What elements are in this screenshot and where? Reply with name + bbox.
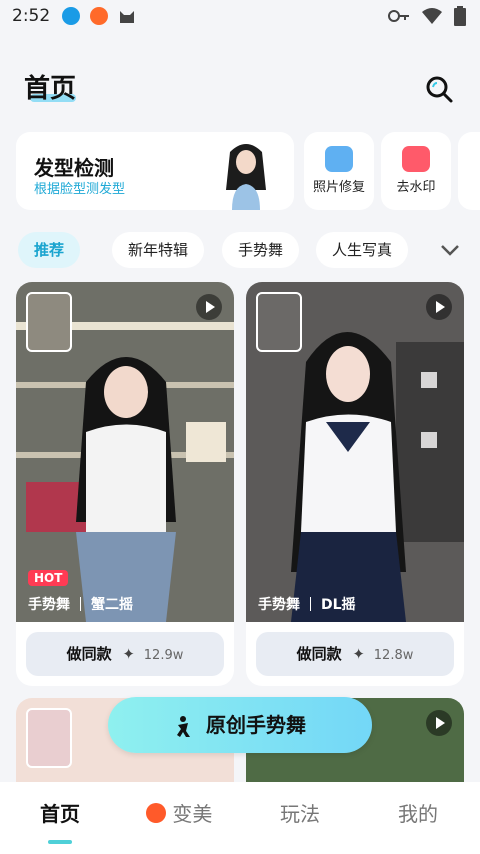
- battery-icon: [454, 6, 466, 26]
- hairstyle-detect-subtitle: 根据脸型测发型: [34, 182, 126, 197]
- status-time: 2:52: [12, 6, 51, 26]
- photo-repair-tool[interactable]: 照片修复: [304, 132, 374, 210]
- tab-recommend[interactable]: 推荐: [18, 232, 81, 268]
- make-same-button[interactable]: 做同款 ✦ 12.9w: [26, 632, 224, 676]
- page-header: 首页: [0, 60, 480, 112]
- video-tags: 手势舞 蟹二摇: [28, 594, 133, 614]
- search-icon[interactable]: [424, 74, 454, 104]
- tab-life-portrait[interactable]: 人生写真: [316, 232, 409, 268]
- hairstyle-detect-title: 发型检测: [34, 156, 114, 180]
- watermark-remove-tool[interactable]: 去水印: [381, 132, 451, 210]
- template-thumbnail: [256, 292, 302, 352]
- nav-active-indicator: [48, 840, 72, 844]
- bottom-nav: 首页 变美 玩法 我的: [0, 782, 480, 854]
- template-thumbnail: [26, 708, 72, 768]
- chevron-down-icon[interactable]: [438, 238, 462, 262]
- use-count: 12.8w: [373, 648, 414, 663]
- nav-beautify-label: 变美: [172, 802, 213, 826]
- make-same-label: 做同款: [66, 645, 112, 663]
- cat-icon: [120, 11, 135, 23]
- key-icon: [388, 10, 409, 22]
- template-thumbnail: [26, 292, 72, 352]
- app-badge-icon: [90, 7, 109, 25]
- hd-photo-icon: [325, 146, 353, 172]
- tools-row: 发型检测 根据脸型测发型 照片修复 去水印: [0, 132, 480, 212]
- video-thumbnail[interactable]: 手势舞 DL摇: [246, 282, 464, 622]
- hot-badge: HOT: [28, 570, 69, 586]
- play-icon[interactable]: [196, 294, 222, 320]
- watermark-remove-icon: [402, 146, 430, 172]
- video-tag: 手势舞: [258, 597, 300, 613]
- hairstyle-detect-card[interactable]: 发型检测 根据脸型测发型: [16, 132, 294, 210]
- tag-separator: [80, 597, 81, 611]
- make-same-button[interactable]: 做同款 ✦ 12.8w: [256, 632, 454, 676]
- original-gesture-dance-button[interactable]: 原创手势舞: [108, 697, 372, 753]
- sparkle-icon: ✦: [122, 645, 135, 663]
- photo-repair-label: 照片修复: [312, 180, 365, 195]
- tag-separator: [310, 597, 311, 611]
- video-tag: 手势舞: [28, 597, 70, 613]
- video-tag: DL摇: [321, 597, 356, 613]
- download-icon: [62, 7, 81, 25]
- nav-beautify[interactable]: 变美: [146, 798, 212, 827]
- video-tags: 手势舞 DL摇: [258, 594, 356, 614]
- tab-new-year[interactable]: 新年特辑: [112, 232, 205, 268]
- page-title: 首页: [24, 74, 77, 104]
- feed-card[interactable]: HOT 手势舞 蟹二摇 做同款 ✦ 12.9w: [16, 282, 234, 686]
- nav-profile[interactable]: 我的: [398, 798, 438, 827]
- watermark-remove-label: 去水印: [396, 180, 436, 195]
- tab-gesture-dance[interactable]: 手势舞: [222, 232, 300, 268]
- status-bar: 2:52: [0, 0, 480, 32]
- video-tag: 蟹二摇: [91, 597, 133, 613]
- wifi-icon: [422, 8, 442, 24]
- ai-dance-icon: [177, 715, 190, 737]
- play-icon[interactable]: [426, 710, 452, 736]
- original-gesture-dance-label: 原创手势舞: [206, 713, 306, 737]
- sparkle-icon: ✦: [352, 645, 365, 663]
- nav-home[interactable]: 首页: [40, 798, 80, 827]
- video-thumbnail[interactable]: HOT 手势舞 蟹二摇: [16, 282, 234, 622]
- use-count: 12.9w: [143, 648, 184, 663]
- hairstyle-model-image: [226, 144, 266, 210]
- category-tabs: 推荐 新年特辑 手势舞 人生写真: [0, 232, 480, 270]
- tool-card-partial[interactable]: [458, 132, 480, 210]
- feed-card[interactable]: 手势舞 DL摇 做同款 ✦ 12.8w: [246, 282, 464, 686]
- nav-play[interactable]: 玩法: [280, 798, 320, 827]
- video-feed: HOT 手势舞 蟹二摇 做同款 ✦ 12.9w 手势舞 DL摇 做同款 ✦ 12…: [0, 282, 480, 686]
- flame-icon: [146, 803, 166, 823]
- play-icon[interactable]: [426, 294, 452, 320]
- make-same-label: 做同款: [296, 645, 342, 663]
